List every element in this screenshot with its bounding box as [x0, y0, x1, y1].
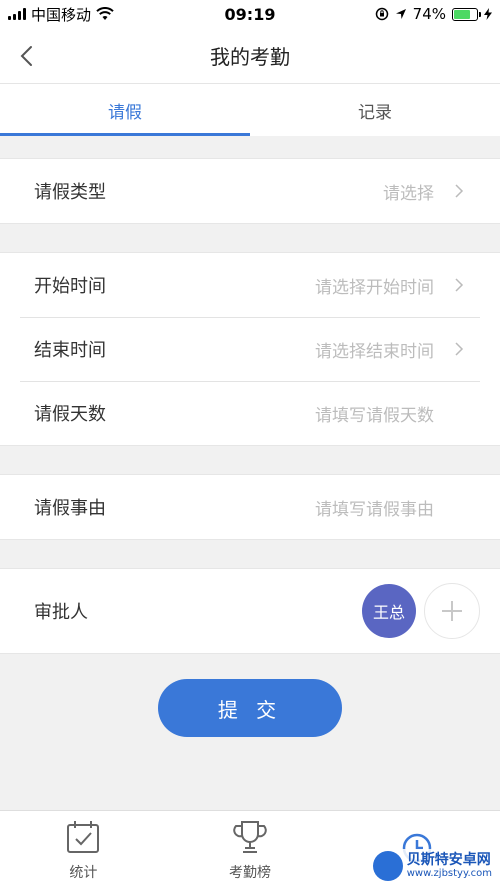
plus-icon	[442, 601, 462, 621]
approver-group: 审批人 王总	[0, 568, 500, 654]
chevron-right-icon	[455, 278, 464, 292]
battery-percent: 74%	[412, 5, 446, 23]
bottom-tab-stats[interactable]: 统计	[0, 811, 167, 889]
watermark-url: www.zjbstyy.com	[406, 868, 492, 880]
bottom-tab-ranking-label: 考勤榜	[229, 865, 271, 881]
watermark-logo	[372, 851, 403, 881]
navigation-bar: 我的考勤	[0, 28, 500, 84]
trophy-icon	[233, 821, 267, 853]
bottom-tab-ranking[interactable]: 考勤榜	[167, 811, 334, 889]
wifi-icon	[96, 7, 114, 20]
bottom-tab-stats-label: 统计	[69, 865, 98, 881]
tab-bar: 请假 记录	[0, 84, 500, 136]
start-time-label: 开始时间	[34, 276, 106, 297]
leave-type-row[interactable]: 请假类型 请选择	[0, 159, 500, 223]
chevron-left-icon[interactable]	[14, 42, 42, 70]
end-time-label: 结束时间	[34, 340, 106, 361]
leave-type-label: 请假类型	[34, 182, 106, 203]
leave-days-label: 请假天数	[34, 404, 106, 425]
lock-rotation-icon	[375, 7, 388, 21]
status-bar: 中国移动 09:19 74%	[0, 0, 500, 28]
location-icon	[395, 9, 406, 19]
tab-records[interactable]: 记录	[250, 84, 500, 136]
leave-days-input[interactable]: 请填写请假天数	[315, 401, 434, 426]
leave-type-group: 请假类型 请选择	[0, 158, 500, 224]
submit-button[interactable]: 提 交	[158, 679, 342, 737]
leave-reason-input[interactable]: 请填写请假事由	[315, 495, 434, 520]
watermark-title: 贝斯特安卓网	[406, 851, 491, 868]
carrier-label: 中国移动	[31, 5, 92, 24]
watermark: 贝斯特安卓网 www.zjbstyy.com	[368, 849, 496, 883]
signal-icon	[8, 8, 26, 20]
approver-label: 审批人	[34, 602, 88, 623]
leave-reason-row[interactable]: 请假事由 请填写请假事由	[0, 475, 500, 539]
charging-icon	[484, 8, 492, 20]
end-time-placeholder: 请选择结束时间	[315, 341, 434, 362]
start-time-placeholder: 请选择开始时间	[315, 277, 434, 298]
bottom-tab-bar: 统计 考勤榜 贝斯特安卓网 www.zjbstyy.com	[0, 810, 500, 889]
page-title: 我的考勤	[210, 45, 290, 69]
chevron-right-icon	[455, 342, 464, 356]
start-time-row[interactable]: 开始时间 请选择开始时间	[0, 253, 500, 317]
leave-type-placeholder: 请选择	[383, 183, 434, 204]
add-approver-button[interactable]	[424, 583, 480, 639]
leave-days-row[interactable]: 请假天数 请填写请假天数	[0, 381, 500, 445]
time-group: 开始时间 请选择开始时间 结束时间 请选择结束时间 请假天数 请填写请假天数	[0, 252, 500, 446]
approver-avatar[interactable]: 王总	[362, 584, 416, 638]
reason-group: 请假事由 请填写请假事由	[0, 474, 500, 540]
calendar-check-icon	[67, 821, 100, 853]
leave-reason-label: 请假事由	[34, 498, 106, 519]
tab-leave[interactable]: 请假	[0, 84, 250, 136]
approver-row: 审批人 王总	[0, 569, 500, 653]
battery-icon	[452, 7, 481, 21]
clock-time: 09:19	[224, 4, 276, 24]
chevron-right-icon	[455, 184, 464, 198]
battery-level-fill	[454, 9, 471, 19]
end-time-row[interactable]: 结束时间 请选择结束时间	[0, 317, 500, 381]
